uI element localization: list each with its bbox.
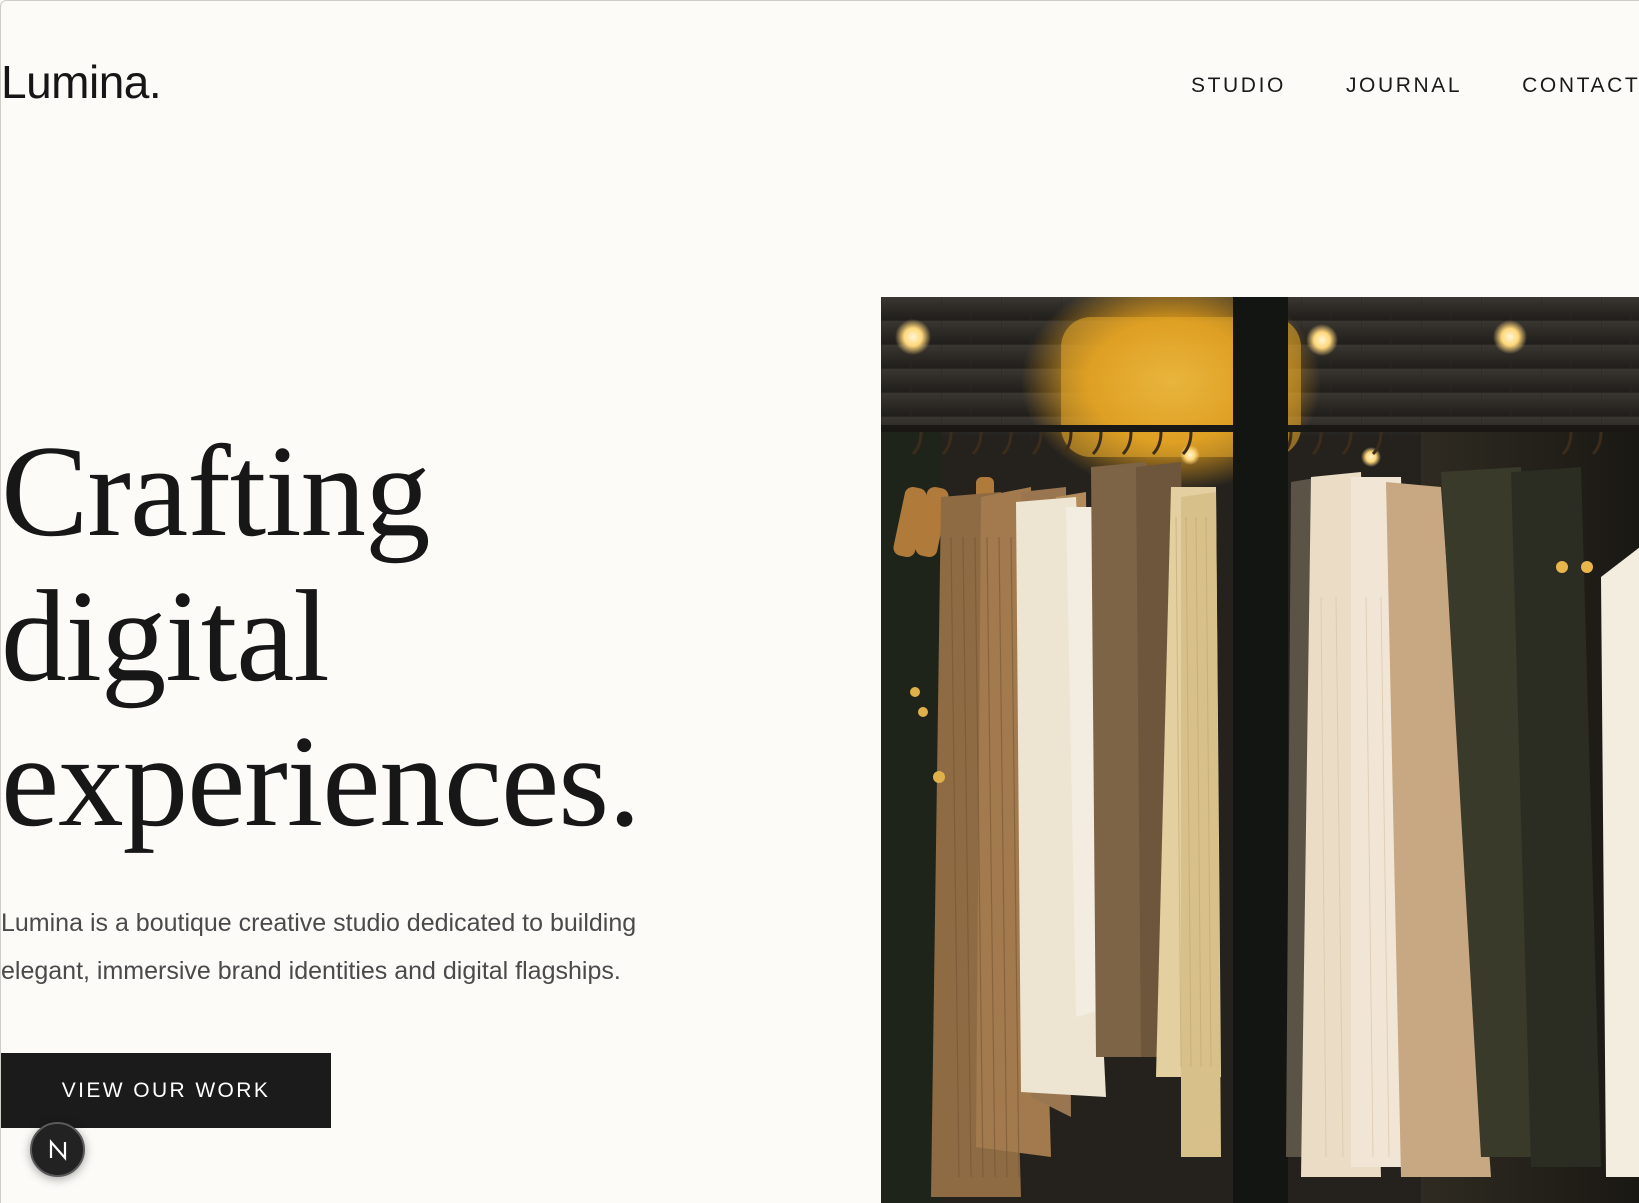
main-nav: STUDIO JOURNAL CONTACT bbox=[1191, 75, 1639, 96]
page: Lumina. STUDIO JOURNAL CONTACT Crafting … bbox=[0, 0, 1639, 1203]
floating-n-badge[interactable] bbox=[30, 1122, 85, 1177]
nav-item-journal[interactable]: JOURNAL bbox=[1346, 75, 1462, 96]
hero-headline-line-3: experiences. bbox=[1, 709, 641, 854]
hero-headline: Crafting digital experiences. bbox=[1, 419, 641, 854]
hero-headline-line-1: Crafting bbox=[1, 419, 431, 564]
brand-logo[interactable]: Lumina. bbox=[1, 59, 162, 105]
nav-item-studio[interactable]: STUDIO bbox=[1191, 75, 1286, 96]
nav-item-contact[interactable]: CONTACT bbox=[1522, 75, 1639, 96]
hero-image bbox=[881, 297, 1639, 1203]
hero-intro: Lumina is a boutique creative studio ded… bbox=[1, 909, 637, 985]
n-logo-icon bbox=[49, 1138, 66, 1161]
view-work-button[interactable]: VIEW OUR WORK bbox=[1, 1053, 331, 1128]
hero-headline-line-2: digital bbox=[1, 564, 330, 709]
